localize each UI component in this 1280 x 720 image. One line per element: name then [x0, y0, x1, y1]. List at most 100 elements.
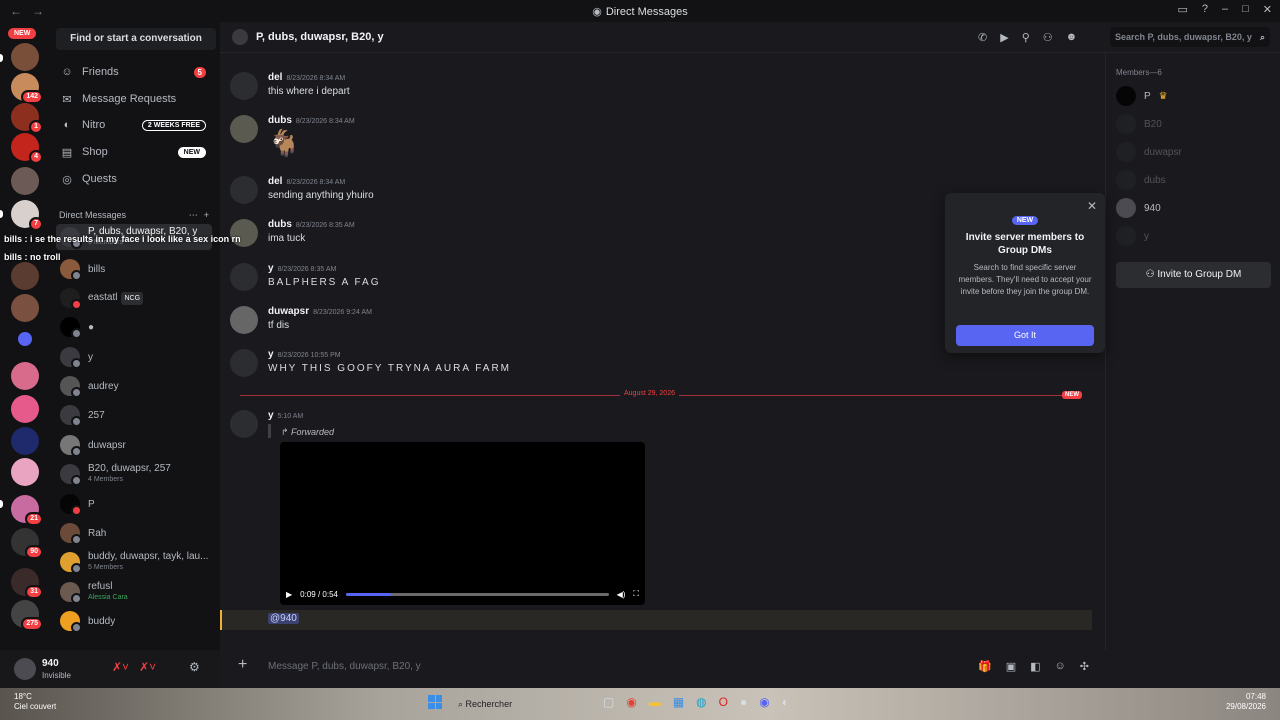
dm-item[interactable]: eastatl NCG [56, 285, 212, 311]
server-icon[interactable]: 4 [11, 133, 43, 164]
add-member-icon: ⚇ [1145, 269, 1158, 280]
help-icon[interactable]: ? [1202, 3, 1208, 16]
server-icon[interactable] [11, 395, 39, 423]
add-dm-icon[interactable]: + [204, 210, 209, 221]
add-member-icon[interactable]: ⚇ [1043, 31, 1053, 44]
server-icon[interactable]: 275 [11, 600, 43, 631]
server-icon[interactable] [11, 362, 39, 390]
mic-muted-icon[interactable]: ✗˅ [112, 660, 129, 674]
member-item[interactable]: dubs [1116, 169, 1276, 191]
member-item[interactable]: B20 [1116, 113, 1276, 135]
avatar[interactable] [230, 72, 258, 100]
gift-icon[interactable]: 🎁 [978, 660, 992, 673]
attach-plus-icon[interactable]: + [238, 656, 247, 674]
nav-quests[interactable]: ◎ Quests [56, 167, 206, 191]
dm-item[interactable]: bills [56, 256, 212, 282]
dm-item[interactable]: duwapsr [56, 432, 212, 458]
video-call-icon[interactable]: ▶ [1000, 31, 1008, 44]
nav-friends[interactable]: ☺ Friends 5 [56, 60, 206, 84]
folder-icon[interactable] [18, 332, 32, 346]
windows-start-icon[interactable] [428, 695, 442, 709]
avatar[interactable] [230, 115, 258, 143]
avatar[interactable] [230, 410, 258, 438]
taskbar-search[interactable]: ⌕ Rechercher [450, 690, 590, 718]
member-item[interactable]: P ♛ [1116, 85, 1276, 107]
message-composer: + Message P, dubs, duwapsr, B20, y 🎁 ▣ ◧… [220, 650, 1105, 688]
dm-item[interactable]: audrey [56, 373, 212, 399]
video-progress-bar[interactable] [345, 592, 609, 596]
dm-item[interactable]: refusl Alessia Cara [56, 579, 212, 605]
search-input[interactable]: Search P, dubs, duwapsr, B20, y ⌕ [1110, 27, 1270, 47]
server-icon[interactable] [11, 427, 39, 455]
app-icon[interactable]: ● [740, 695, 747, 709]
avatar[interactable] [230, 263, 258, 291]
message-input[interactable]: Message P, dubs, duwapsr, B20, y [268, 661, 421, 672]
settings-gear-icon[interactable]: ⚙ [189, 660, 200, 674]
member-item[interactable]: duwapsr [1116, 141, 1276, 163]
members-list-icon[interactable]: ☻ [1066, 31, 1078, 44]
explorer-icon[interactable]: ▬ [649, 695, 661, 709]
sticker-icon[interactable]: ◧ [1030, 660, 1040, 673]
server-icon[interactable]: 21 [11, 495, 43, 526]
server-icon[interactable] [11, 43, 39, 71]
nav-shop[interactable]: ▤ Shop NEW [56, 140, 206, 164]
minimize-icon[interactable]: – [1222, 3, 1228, 16]
invite-to-group-dm-button[interactable]: ⚇ Invite to Group DM [1116, 262, 1271, 288]
nav-nitro[interactable]: ◐ Nitro 2 WEEKS FREE [56, 113, 206, 137]
close-icon[interactable]: ✕ [1263, 3, 1272, 16]
mention[interactable]: @940 [268, 613, 299, 624]
server-icon[interactable]: 142 [11, 73, 43, 104]
apps-icon[interactable]: ✣ [1080, 660, 1089, 673]
maximize-icon[interactable]: □ [1242, 3, 1249, 16]
dm-item[interactable]: buddy, duwapsr, tayk, lau... 5 Members [56, 549, 212, 575]
dm-item[interactable]: B20, duwapsr, 257 4 Members [56, 461, 212, 487]
nav-message-requests[interactable]: ✉ Message Requests [56, 87, 206, 111]
server-icon[interactable] [11, 294, 39, 322]
pin-icon[interactable]: ⚲ [1022, 31, 1030, 44]
inbox-icon[interactable]: ▭ [1177, 3, 1187, 16]
member-item[interactable]: y [1116, 225, 1276, 247]
back-arrow-icon[interactable]: ← [10, 4, 22, 18]
server-icon[interactable]: 7 [11, 200, 43, 231]
find-conversation-button[interactable]: Find or start a conversation [56, 28, 216, 50]
gif-icon[interactable]: ▣ [1006, 660, 1016, 673]
emoji-icon[interactable]: ☺ [1055, 660, 1066, 673]
app-icon[interactable]: ◐ [782, 695, 789, 709]
opera-icon[interactable]: O [719, 695, 728, 709]
store-icon[interactable]: ▦ [673, 695, 684, 709]
avatar[interactable] [230, 349, 258, 377]
avatar[interactable] [230, 176, 258, 204]
task-view-icon[interactable]: ▢ [603, 695, 614, 709]
server-icon[interactable] [11, 167, 39, 195]
dm-item[interactable]: y [56, 344, 212, 370]
member-item[interactable]: 940 [1116, 197, 1276, 219]
dm-item[interactable]: 257 [56, 402, 212, 428]
play-icon[interactable]: ▶ [286, 590, 292, 599]
video-player[interactable]: ▶ 0:09 / 0:54 ◀) ⛶ [280, 442, 645, 605]
weather-widget[interactable]: 18°C Ciel couvert [14, 692, 56, 712]
server-icon[interactable]: 90 [11, 528, 43, 559]
server-icon[interactable] [11, 458, 39, 486]
dm-item[interactable]: buddy [56, 608, 212, 634]
avatar[interactable] [230, 306, 258, 334]
server-icon[interactable]: 31 [11, 568, 43, 599]
forward-arrow-icon[interactable]: → [32, 4, 44, 18]
close-icon[interactable]: ✕ [1087, 199, 1097, 213]
chrome-icon[interactable]: ◉ [626, 695, 636, 709]
server-icon[interactable] [11, 262, 39, 290]
volume-icon[interactable]: ◀) [617, 590, 626, 599]
headset-muted-icon[interactable]: ✗˅ [139, 660, 156, 674]
discord-taskbar-icon[interactable]: ◉ [759, 695, 769, 709]
edge-icon[interactable]: ◍ [696, 695, 706, 709]
got-it-button[interactable]: Got It [956, 325, 1094, 346]
fullscreen-icon[interactable]: ⛶ [633, 589, 639, 599]
dm-item[interactable]: Rah [56, 520, 212, 546]
clock[interactable]: 07:48 29/08/2026 [1226, 692, 1266, 712]
dm-item[interactable]: ● [56, 314, 212, 340]
avatar[interactable] [14, 658, 36, 680]
server-icon[interactable]: 1 [11, 103, 43, 134]
dm-item[interactable]: P [56, 491, 212, 517]
call-icon[interactable]: ✆ [978, 31, 987, 44]
unread-pip [0, 54, 3, 62]
more-icon[interactable]: ⋯ [189, 210, 198, 221]
